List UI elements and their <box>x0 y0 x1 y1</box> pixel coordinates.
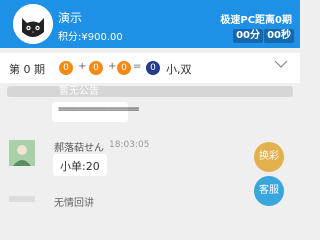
chat-avatar[interactable] <box>9 140 35 166</box>
plus-sign: + <box>108 61 117 72</box>
chevron-down-icon[interactable] <box>274 58 288 70</box>
username: 演示 <box>58 11 83 25</box>
chat-message: ================ <box>52 102 139 122</box>
points-balance: 积分:¥900.00 <box>58 32 123 43</box>
chat-avatar[interactable] <box>9 196 35 202</box>
customer-service-button[interactable]: 客服 <box>254 176 284 206</box>
period-label: 第 0 期 <box>9 63 45 76</box>
message-time: 18:03:05 <box>109 140 150 150</box>
notice-text: 暂无公告 <box>59 86 99 97</box>
change-lottery-button[interactable]: 换彩 <box>254 142 284 172</box>
sum-ball: 0 <box>146 61 160 75</box>
user-photo-icon <box>9 140 35 166</box>
notice-bar: 暂无公告 <box>7 86 293 97</box>
result-text: 小,双 <box>166 63 192 76</box>
message-text: 小单:20 <box>60 160 100 173</box>
countdown-seconds: 00秒 <box>264 29 294 43</box>
chat-bubble: 小单:20 <box>53 154 107 176</box>
header: 演示 积分:¥900.00 极速PC距离0期 00分 00秒 <box>0 0 300 48</box>
countdown-label: 极速PC距离0期 <box>220 15 292 26</box>
result-ball-1: 0 <box>59 61 73 75</box>
draw-result-bar[interactable]: 第 0 期 0 + 0 + 0 = 0 小,双 <box>0 53 300 83</box>
message-text: ================ <box>58 104 139 115</box>
result-ball-3: 0 <box>117 61 131 75</box>
result-ball-2: 0 <box>89 61 103 75</box>
user-avatar[interactable] <box>13 4 53 44</box>
sender-name: 无情回讲 <box>54 198 94 209</box>
countdown-minutes: 00分 <box>233 29 263 43</box>
cat-avatar-icon <box>13 4 53 44</box>
sender-name: 郝落萜せん <box>54 143 104 154</box>
plus-sign: + <box>78 61 87 72</box>
equals-sign: = <box>133 61 142 72</box>
